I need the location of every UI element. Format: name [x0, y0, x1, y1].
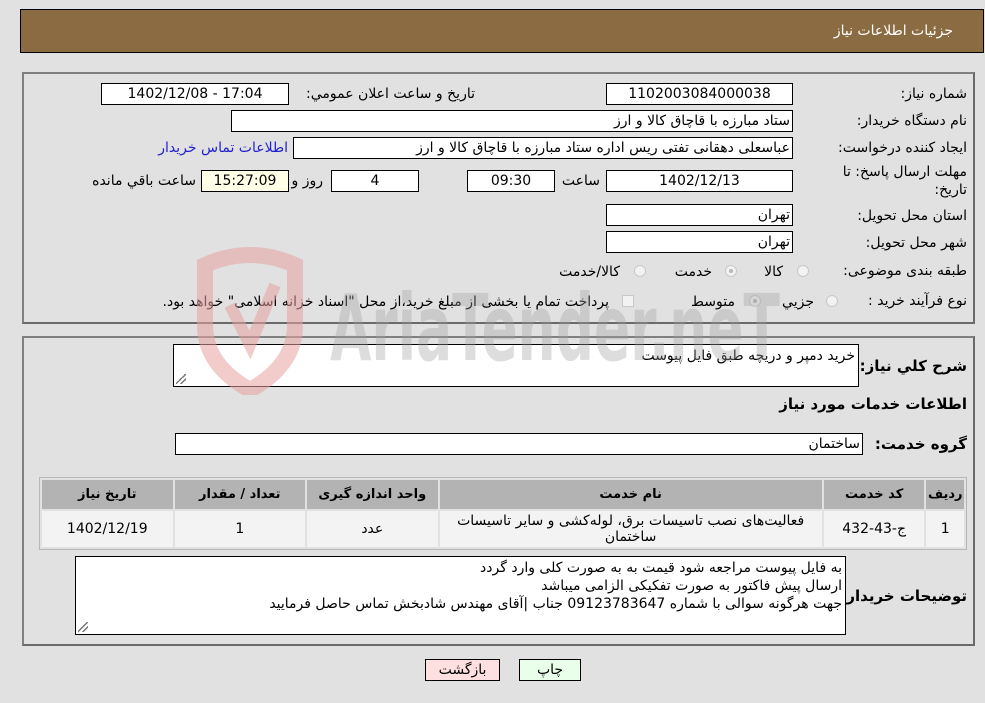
remaining-time-label: ساعت باقي مانده: [92, 173, 196, 189]
need-number-field: 1102003084000038: [606, 83, 793, 105]
col-unit: واحد اندازه گيری: [307, 480, 438, 509]
requester-label: ايجاد کننده درخواست:: [838, 140, 967, 156]
cell-service-code: ج-43-432: [823, 511, 925, 547]
deadline-date-field: 1402/12/13: [606, 170, 793, 192]
purchase-type-minor-radio[interactable]: [826, 295, 838, 307]
buyer-org-field: ستاد مبارزه با قاچاق کالا و ارز: [231, 110, 793, 132]
summary-textarea[interactable]: خريد دمپر و دريچه طبق فايل پيوست: [173, 344, 859, 387]
purchase-type-medium-label: متوسط: [691, 294, 735, 310]
province-field: تهران: [606, 204, 793, 226]
category-goods-service-radio[interactable]: [634, 265, 646, 277]
buyer-org-label: نام دستگاه خريدار:: [856, 113, 967, 129]
print-button[interactable]: چاپ: [519, 659, 581, 681]
service-group-field: ساختمان: [175, 433, 863, 455]
purchase-type-medium-radio[interactable]: [749, 295, 761, 307]
requester-field: عباسعلی دهقانی تفتی ریس اداره ستاد مبارز…: [293, 137, 793, 159]
cell-row-number: 1: [926, 511, 964, 547]
summary-label: شرح کلي نياز:: [859, 357, 967, 375]
buyer-contact-link[interactable]: اطلاعات تماس خريدار: [158, 140, 288, 156]
buyer-notes-line-3: جهت هرگونه سوالی با شماره 09123783647 جن…: [269, 596, 842, 612]
city-label: شهر محل تحويل:: [865, 235, 967, 251]
page-title: جزئيات اطلاعات نياز: [833, 23, 953, 39]
col-need-date: تاريخ نياز: [42, 480, 173, 509]
deadline-time-field: 09:30: [467, 170, 555, 192]
resize-handle-icon[interactable]: [176, 374, 186, 384]
city-field: تهران: [606, 231, 793, 253]
deadline-label-line2: تاريخ:: [934, 182, 967, 198]
service-group-label: گروه خدمت:: [874, 435, 967, 453]
days-label: روز و: [291, 173, 324, 189]
category-service-radio[interactable]: [725, 265, 737, 277]
services-table: رديف کد خدمت نام خدمت واحد اندازه گيری ت…: [39, 477, 967, 550]
announce-datetime-field: 1402/12/08 - 17:04: [101, 83, 289, 105]
resize-handle-icon[interactable]: [78, 622, 88, 632]
col-quantity: تعداد / مقدار: [174, 480, 306, 509]
cell-unit: عدد: [307, 511, 438, 547]
remaining-days-field: 4: [331, 170, 419, 192]
remaining-time-field: 15:27:09: [201, 170, 289, 192]
purchase-type-minor-label: جزيي: [782, 294, 814, 310]
category-goods-label: کالا: [764, 264, 783, 280]
table-header-row: رديف کد خدمت نام خدمت واحد اندازه گيری ت…: [42, 480, 964, 509]
summary-text: خريد دمپر و دريچه طبق فايل پيوست: [641, 348, 855, 364]
back-button[interactable]: بازگشت: [425, 659, 500, 681]
category-goods-radio[interactable]: [797, 265, 809, 277]
services-heading: اطلاعات خدمات مورد نياز: [779, 395, 967, 413]
purchase-type-label: نوع فرآيند خريد :: [868, 293, 967, 309]
category-service-label: خدمت: [674, 264, 712, 280]
cell-quantity: 1: [174, 511, 306, 547]
announce-datetime-label: تاريخ و ساعت اعلان عمومي:: [306, 86, 475, 102]
buyer-notes-line-2: ارسال پيش فاکتور به صورت تفکيکی الزامی م…: [541, 578, 842, 594]
province-label: استان محل تحويل:: [857, 208, 967, 224]
cell-need-date: 1402/12/19: [42, 511, 173, 547]
table-row: 1 ج-43-432 فعاليت‌های نصب تاسيسات برق، ل…: [42, 511, 964, 547]
buyer-notes-label: توضيحات خريدار:: [840, 587, 967, 605]
buyer-notes-textarea[interactable]: به فايل پيوست مراجعه شود قيمت به به صورت…: [75, 556, 846, 635]
col-service-name: نام خدمت: [439, 480, 822, 509]
deadline-label-line1: مهلت ارسال پاسخ: تا: [842, 164, 967, 180]
category-label: طبقه بندی موضوعی:: [843, 263, 967, 279]
buyer-notes-line-1: به فايل پيوست مراجعه شود قيمت به به صورت…: [480, 560, 842, 576]
need-number-label: شماره نياز:: [900, 86, 968, 102]
col-service-code: کد خدمت: [823, 480, 925, 509]
treasury-bonds-checkbox[interactable]: [622, 295, 634, 307]
category-goods-service-label: کالا/خدمت: [559, 264, 620, 280]
col-row-number: رديف: [926, 480, 964, 509]
deadline-time-label: ساعت: [561, 173, 600, 189]
treasury-bonds-note: پرداخت تمام يا بخشی از مبلغ خريد،از محل …: [162, 294, 609, 310]
cell-service-name: فعاليت‌های نصب تاسيسات برق، لوله‌کشی و س…: [439, 511, 822, 547]
page-header: جزئيات اطلاعات نياز: [20, 9, 984, 53]
